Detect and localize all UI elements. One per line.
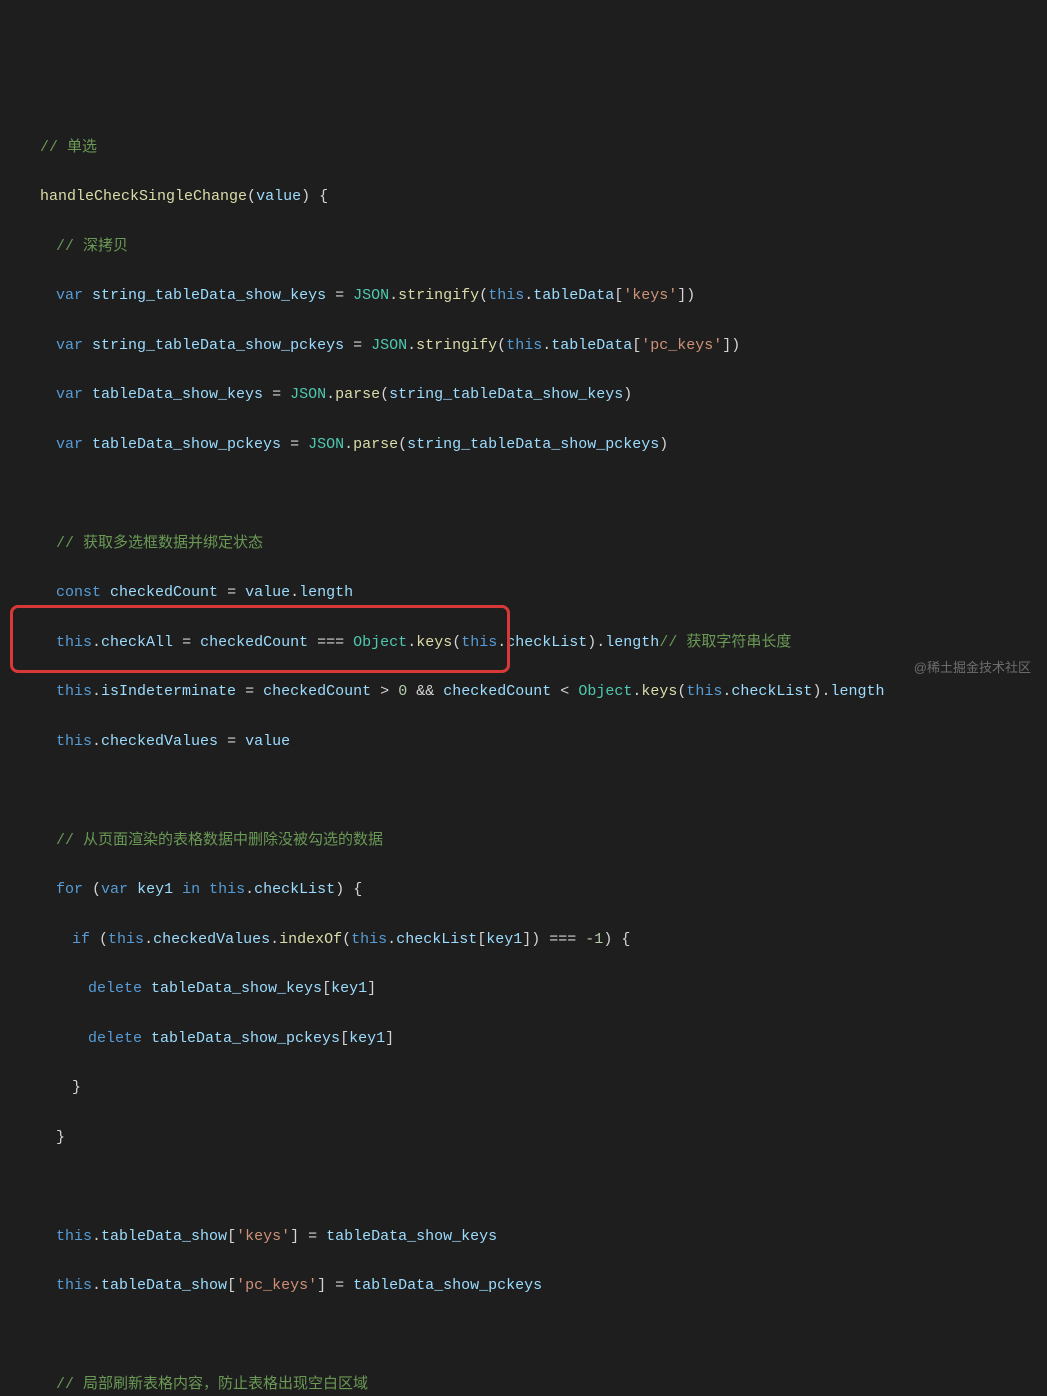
blank-line — [24, 482, 1047, 507]
code-line: this.tableData_show['pc_keys'] = tableDa… — [24, 1274, 1047, 1299]
code-editor: // 单选 handleCheckSingleChange(value) { /… — [24, 111, 1047, 1396]
code-line: var tableData_show_keys = JSON.parse(str… — [24, 383, 1047, 408]
code-line: handleCheckSingleChange(value) { — [24, 185, 1047, 210]
code-line: this.checkedValues = value — [24, 730, 1047, 755]
blank-line — [24, 1324, 1047, 1349]
code-line: this.tableData_show['keys'] = tableData_… — [24, 1225, 1047, 1250]
code-line: var tableData_show_pckeys = JSON.parse(s… — [24, 433, 1047, 458]
code-line: if (this.checkedValues.indexOf(this.chec… — [24, 928, 1047, 953]
code-line: // 从页面渲染的表格数据中删除没被勾选的数据 — [24, 829, 1047, 854]
code-line: // 局部刷新表格内容，防止表格出现空白区域 — [24, 1373, 1047, 1396]
code-line: // 深拷贝 — [24, 235, 1047, 260]
code-line: delete tableData_show_pckeys[key1] — [24, 1027, 1047, 1052]
blank-line — [24, 1175, 1047, 1200]
code-line: var string_tableData_show_pckeys = JSON.… — [24, 334, 1047, 359]
code-line: this.checkAll = checkedCount === Object.… — [24, 631, 1047, 656]
code-line: // 获取多选框数据并绑定状态 — [24, 532, 1047, 557]
code-line: var string_tableData_show_keys = JSON.st… — [24, 284, 1047, 309]
code-line: delete tableData_show_keys[key1] — [24, 977, 1047, 1002]
code-line: const checkedCount = value.length — [24, 581, 1047, 606]
code-line: this.isIndeterminate = checkedCount > 0 … — [24, 680, 1047, 705]
code-line: // 单选 — [24, 136, 1047, 161]
blank-line — [24, 779, 1047, 804]
code-line: for (var key1 in this.checkList) { — [24, 878, 1047, 903]
code-line: } — [24, 1126, 1047, 1151]
code-line: } — [24, 1076, 1047, 1101]
